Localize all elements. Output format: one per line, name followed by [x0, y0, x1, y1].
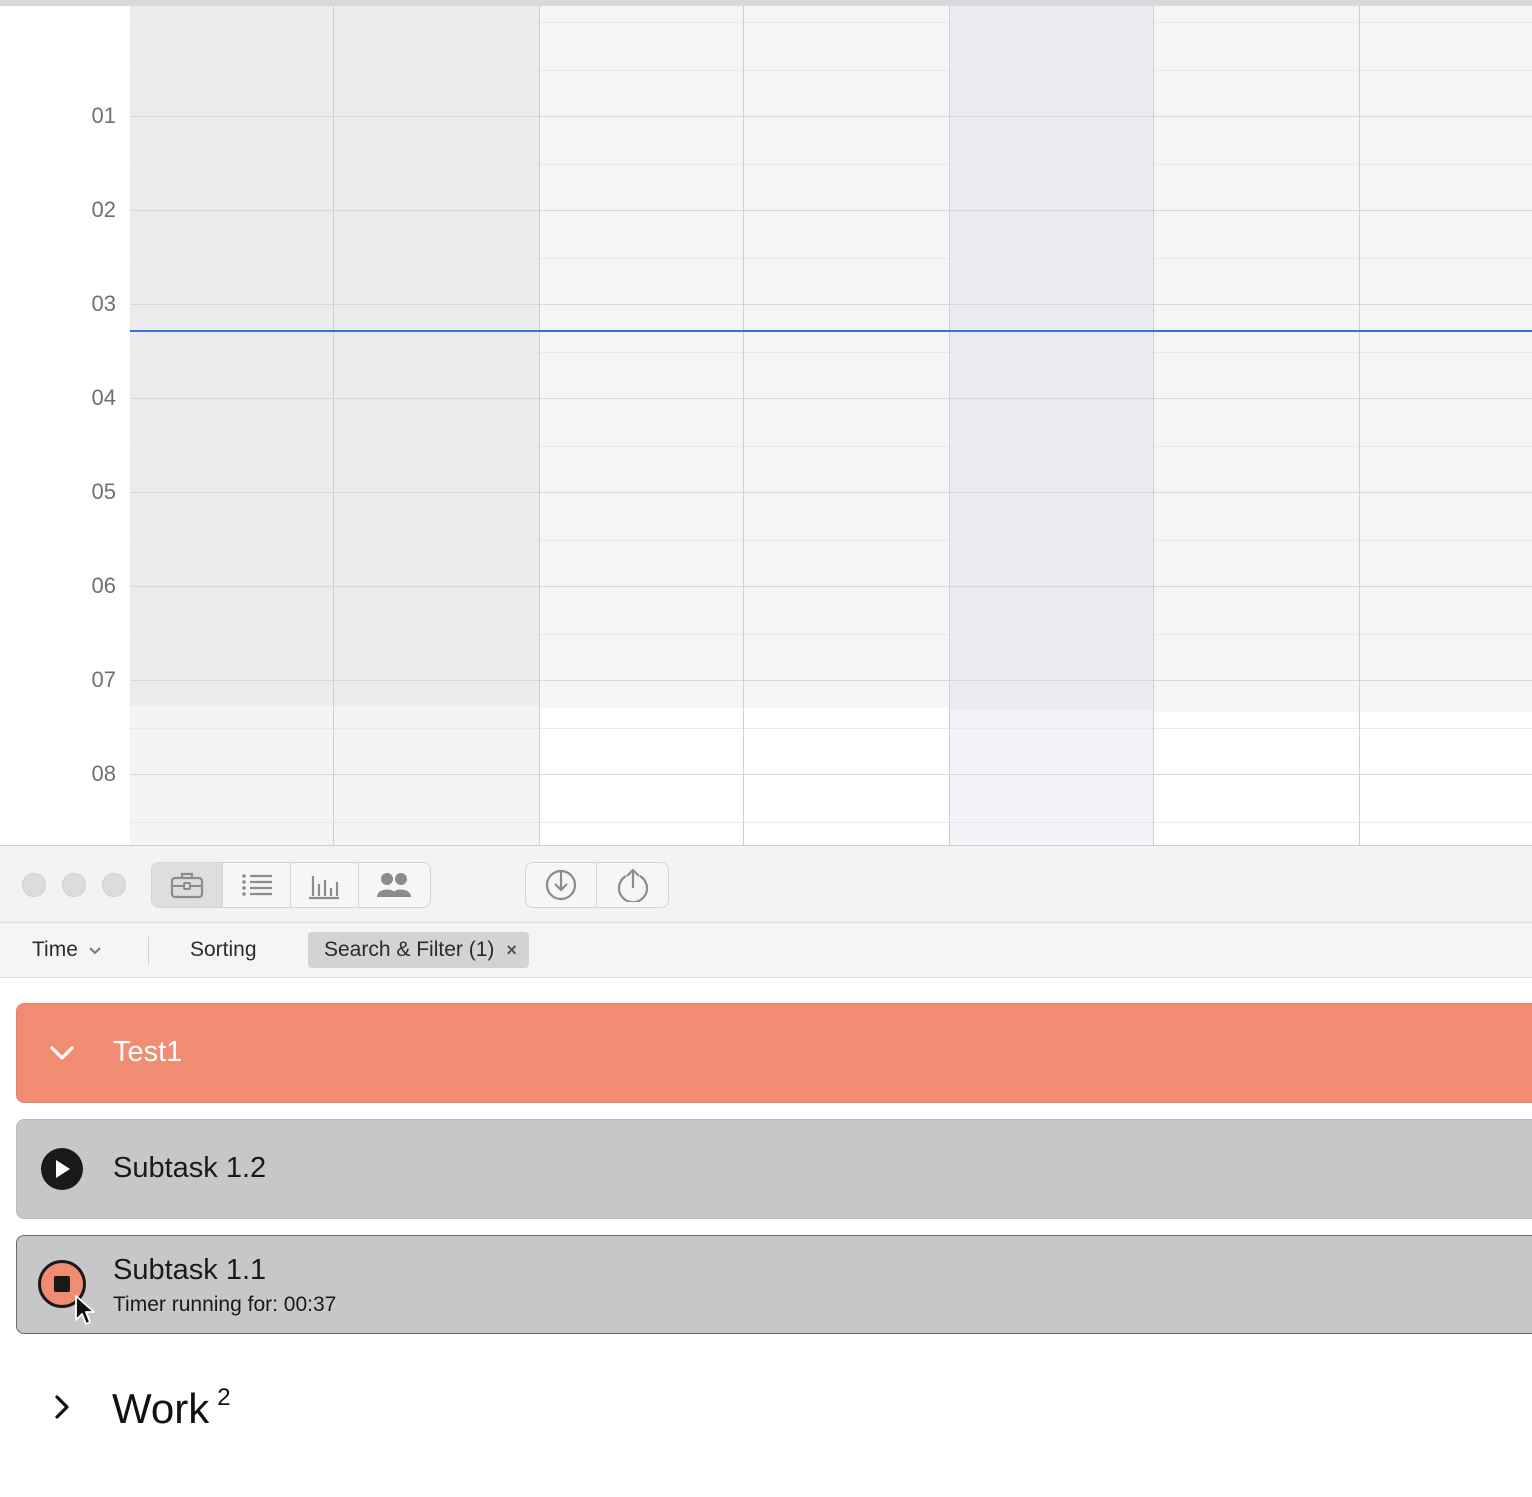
mouse-cursor-icon	[74, 1294, 96, 1333]
chevron-down-icon	[88, 938, 102, 962]
task-row[interactable]: Subtask 1.2	[16, 1119, 1532, 1219]
project-title: Test1	[113, 1036, 183, 1068]
half-hour-line	[130, 258, 1532, 259]
group-header[interactable]: Work 2	[112, 1384, 231, 1433]
day-separator	[949, 6, 950, 845]
minimize-window-button[interactable]	[62, 873, 86, 897]
timer-status: Timer running for: 00:37	[113, 1293, 337, 1316]
day-separator	[333, 6, 334, 845]
list-icon	[240, 871, 274, 899]
hour-line	[130, 210, 1532, 211]
task-title: Subtask 1.1	[113, 1254, 267, 1286]
hour-line	[130, 586, 1532, 587]
half-hour-line	[130, 164, 1532, 165]
hour-label: 06	[91, 573, 116, 598]
import-export-group	[525, 862, 669, 908]
day-separator	[743, 6, 744, 845]
current-time-line	[130, 330, 1532, 332]
stop-icon	[54, 1276, 70, 1292]
people-icon	[376, 871, 412, 899]
calendar-window: 01 02 03 04 05 06 07 08	[0, 0, 1532, 845]
half-hour-line	[130, 22, 1532, 23]
import-icon	[544, 868, 578, 902]
briefcase-icon	[170, 871, 204, 899]
chevron-right-icon[interactable]	[50, 1392, 74, 1427]
hour-label: 01	[91, 103, 116, 128]
hour-label: 07	[91, 667, 116, 692]
half-hour-line	[130, 70, 1532, 71]
weekend-shade	[130, 706, 539, 845]
clear-filter-icon[interactable]: ×	[506, 940, 517, 961]
weekend-shade	[130, 6, 539, 706]
half-hour-line	[130, 352, 1532, 353]
night-shade	[539, 6, 949, 708]
sorting-button[interactable]: Sorting	[190, 923, 257, 977]
start-timer-button[interactable]	[41, 1148, 83, 1190]
half-hour-line	[130, 822, 1532, 823]
day-separator	[539, 6, 540, 845]
hour-label: 05	[91, 479, 116, 504]
hour-line	[130, 774, 1532, 775]
night-shade	[1153, 6, 1532, 712]
zoom-window-button[interactable]	[102, 873, 126, 897]
group-title: Work	[112, 1385, 210, 1432]
export-icon	[616, 868, 650, 902]
toolbar	[0, 846, 1532, 923]
task-row-running[interactable]: Subtask 1.1 Timer running for: 00:37	[16, 1235, 1532, 1334]
tab-statistics[interactable]	[291, 863, 359, 907]
today-column-shade	[949, 6, 1153, 710]
tab-projects[interactable]	[152, 863, 224, 907]
hour-line	[130, 304, 1532, 305]
timer-app-window: Time Sorting Search & Filter (1) × Test1…	[0, 845, 1532, 1497]
project-row[interactable]: Test1	[16, 1003, 1532, 1103]
half-hour-line	[130, 446, 1532, 447]
time-dropdown[interactable]: Time	[32, 923, 102, 977]
hour-label: 08	[91, 761, 116, 786]
hour-line	[130, 680, 1532, 681]
chevron-down-icon[interactable]	[47, 1040, 77, 1071]
hour-label: 03	[91, 291, 116, 316]
filter-bar: Time Sorting Search & Filter (1) ×	[0, 923, 1532, 978]
search-filter-button[interactable]: Search & Filter (1) ×	[308, 932, 529, 968]
hour-line	[130, 398, 1532, 399]
day-separator	[1359, 6, 1360, 845]
day-separator	[1153, 6, 1154, 845]
search-filter-label: Search & Filter (1)	[324, 938, 495, 961]
bar-chart-icon	[307, 870, 341, 900]
hour-label: 04	[91, 385, 116, 410]
group-count: 2	[217, 1384, 231, 1411]
half-hour-line	[130, 728, 1532, 729]
hour-line	[130, 492, 1532, 493]
close-window-button[interactable]	[22, 873, 46, 897]
play-icon	[55, 1159, 71, 1184]
tab-list[interactable]	[223, 863, 291, 907]
hour-line	[130, 116, 1532, 117]
export-button[interactable]	[597, 863, 668, 907]
half-hour-line	[130, 540, 1532, 541]
time-dropdown-label: Time	[32, 938, 78, 961]
import-button[interactable]	[526, 863, 597, 907]
tab-clients[interactable]	[359, 863, 430, 907]
half-hour-line	[130, 634, 1532, 635]
today-column-shade	[949, 710, 1153, 845]
task-title: Subtask 1.2	[113, 1152, 267, 1184]
filter-bar-divider	[148, 937, 149, 965]
view-switcher	[151, 862, 431, 908]
calendar-week-grid[interactable]	[130, 6, 1532, 845]
hour-label: 02	[91, 197, 116, 222]
